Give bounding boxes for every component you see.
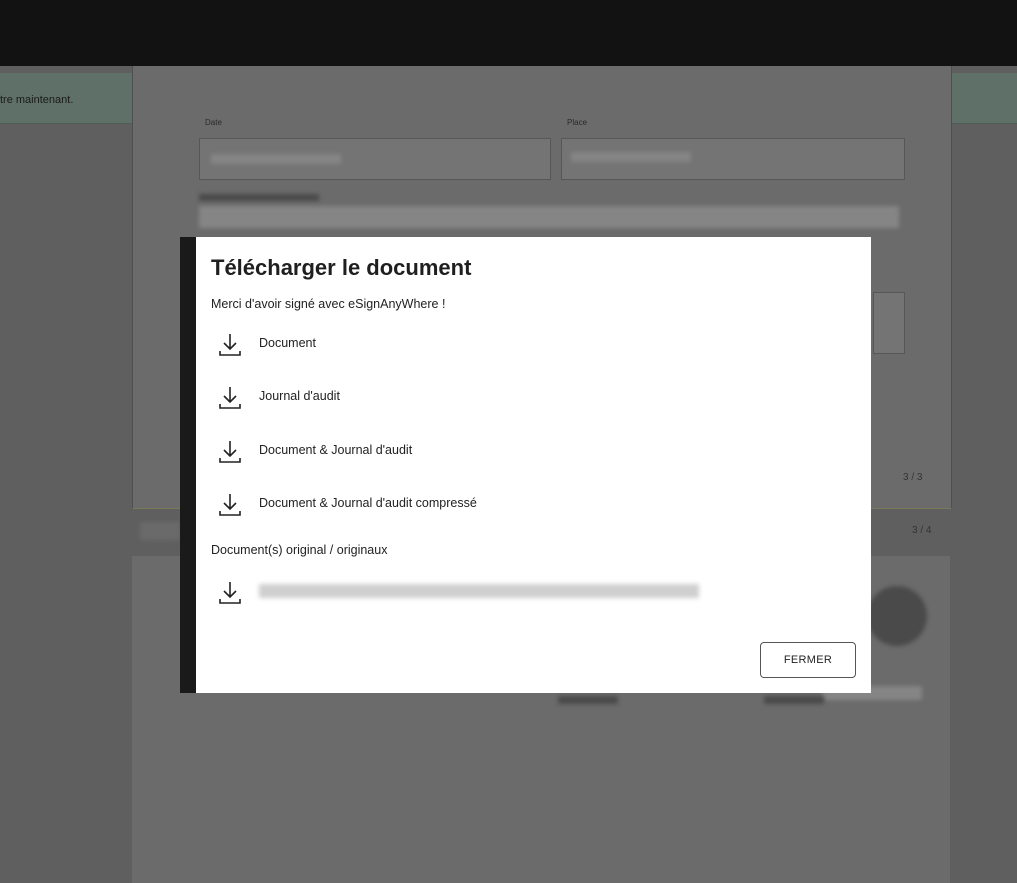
- download-document[interactable]: Document: [211, 329, 711, 361]
- dialog-subtitle: Merci d'avoir signé avec eSignAnyWhere !: [211, 297, 446, 311]
- download-icon: [219, 387, 241, 409]
- download-icon: [219, 582, 241, 604]
- date-redacted: [558, 696, 618, 704]
- download-icon: [219, 334, 241, 356]
- date-label: Date: [205, 118, 222, 127]
- top-bar: [0, 0, 1017, 66]
- close-button[interactable]: FERMER: [760, 642, 856, 678]
- download-original-file[interactable]: [211, 577, 711, 609]
- place-value-redacted: [571, 152, 691, 162]
- download-label: Document & Journal d'audit compressé: [259, 496, 477, 510]
- section-heading-redacted: [199, 194, 319, 201]
- download-label: Document & Journal d'audit: [259, 443, 413, 457]
- name-redacted: [764, 696, 824, 704]
- download-icon: [219, 441, 241, 463]
- originals-section-label: Document(s) original / originaux: [211, 543, 388, 557]
- download-audit-log[interactable]: Journal d'audit: [211, 382, 711, 414]
- dialog-title: Télécharger le document: [211, 255, 472, 280]
- page-counter-2: 3 / 4: [912, 525, 932, 536]
- download-dialog: Télécharger le document Merci d'avoir si…: [196, 237, 871, 693]
- page-counter: 3 / 3: [903, 472, 923, 483]
- notice-text: tre maintenant.: [0, 94, 74, 106]
- seal-image-redacted: [867, 586, 927, 646]
- download-compressed[interactable]: Document & Journal d'audit compressé: [211, 489, 711, 521]
- download-label: Journal d'audit: [259, 389, 340, 403]
- original-file-name-redacted: [259, 584, 699, 598]
- dialog-left-strip: [180, 237, 196, 693]
- side-field: [873, 292, 905, 354]
- download-document-and-audit[interactable]: Document & Journal d'audit: [211, 436, 711, 468]
- page-thumb-redacted: [140, 522, 180, 540]
- date-value-redacted: [211, 154, 341, 164]
- download-icon: [219, 494, 241, 516]
- download-label: Document: [259, 336, 316, 350]
- place-label: Place: [567, 118, 588, 127]
- paragraph-redacted: [199, 206, 899, 228]
